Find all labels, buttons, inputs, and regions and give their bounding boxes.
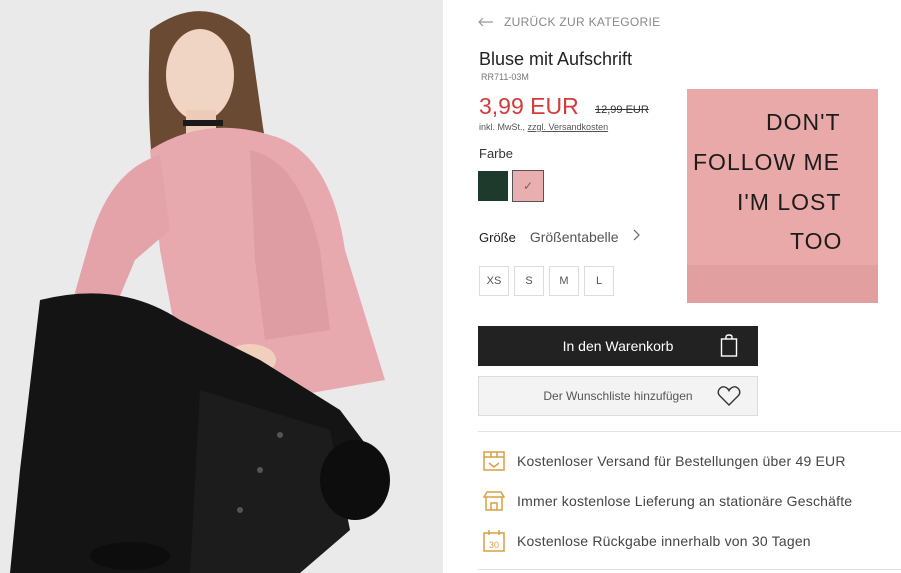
print-line-1: DON'T [766,109,841,135]
size-option-m[interactable]: M [549,266,579,296]
benefit-text: Immer kostenlose Lieferung an stationäre… [517,493,853,509]
product-title: Bluse mit Aufschrift [479,49,633,69]
print-line-3: I'M LOST [737,189,842,215]
calendar-number: 30 [489,540,499,550]
size-option-l[interactable]: L [584,266,614,296]
wishlist-label: Der Wunschliste hinzufügen [543,389,693,403]
current-price: 3,99 EUR [479,93,579,119]
add-to-wishlist-button[interactable]: Der Wunschliste hinzufügen [478,376,758,416]
product-model-image [0,0,443,573]
calendar-30-icon: 30 [482,529,506,553]
shipping-costs-link[interactable]: zzgl. Versandkosten [528,122,609,132]
print-detail-image: DON'T FOLLOW ME I'M LOST TOO [687,89,878,303]
benefit-free-shipping: Kostenloser Versand für Bestellungen übe… [482,449,846,473]
benefit-store-delivery: Immer kostenlose Lieferung an stationäre… [482,489,852,513]
size-option-xs[interactable]: XS [479,266,509,296]
product-info-panel: ZURÜCK ZUR KATEGORIE Bluse mit Aufschrif… [478,0,901,573]
color-swatch-pink-selected[interactable]: ✓ [512,170,544,202]
back-link-label: ZURÜCK ZUR KATEGORIE [504,15,661,29]
back-to-category-link[interactable]: ZURÜCK ZUR KATEGORIE [478,14,660,30]
benefit-free-returns: 30 Kostenlose Rückgabe innerhalb von 30 … [482,529,811,553]
heart-icon [717,385,741,410]
add-to-cart-button[interactable]: In den Warenkorb [478,326,758,366]
print-line-2: FOLLOW ME [693,149,841,175]
size-row: Größe Größentabelle [479,228,641,246]
vat-info: inkl. MwSt., zzgl. Versandkosten [479,122,608,132]
store-icon [482,489,506,513]
size-options: XS S M L [479,266,614,296]
color-swatch-green[interactable] [478,171,508,201]
benefits-divider-bottom [478,569,901,570]
benefit-text: Kostenloser Versand für Bestellungen übe… [517,453,846,469]
product-page: ZURÜCK ZUR KATEGORIE Bluse mit Aufschrif… [0,0,901,573]
product-sku: RR711-03M [481,72,529,82]
benefits-divider-top [478,431,901,432]
size-option-s[interactable]: S [514,266,544,296]
arrow-left-icon [478,14,496,30]
print-line-4: TOO [790,228,843,254]
shopping-bag-icon [720,334,738,361]
shipping-box-icon [482,449,506,473]
chevron-right-icon[interactable] [633,228,641,246]
add-to-cart-label: In den Warenkorb [562,338,674,354]
checkmark-icon: ✓ [522,179,534,193]
color-label: Farbe [479,146,513,161]
ribbed-hem [687,265,878,303]
size-label: Größe [479,229,516,245]
vat-text: inkl. MwSt., [479,122,526,132]
benefit-text: Kostenlose Rückgabe innerhalb von 30 Tag… [517,533,811,549]
size-table-link[interactable]: Größentabelle [530,229,619,245]
old-price: 12,99 EUR [595,104,649,116]
